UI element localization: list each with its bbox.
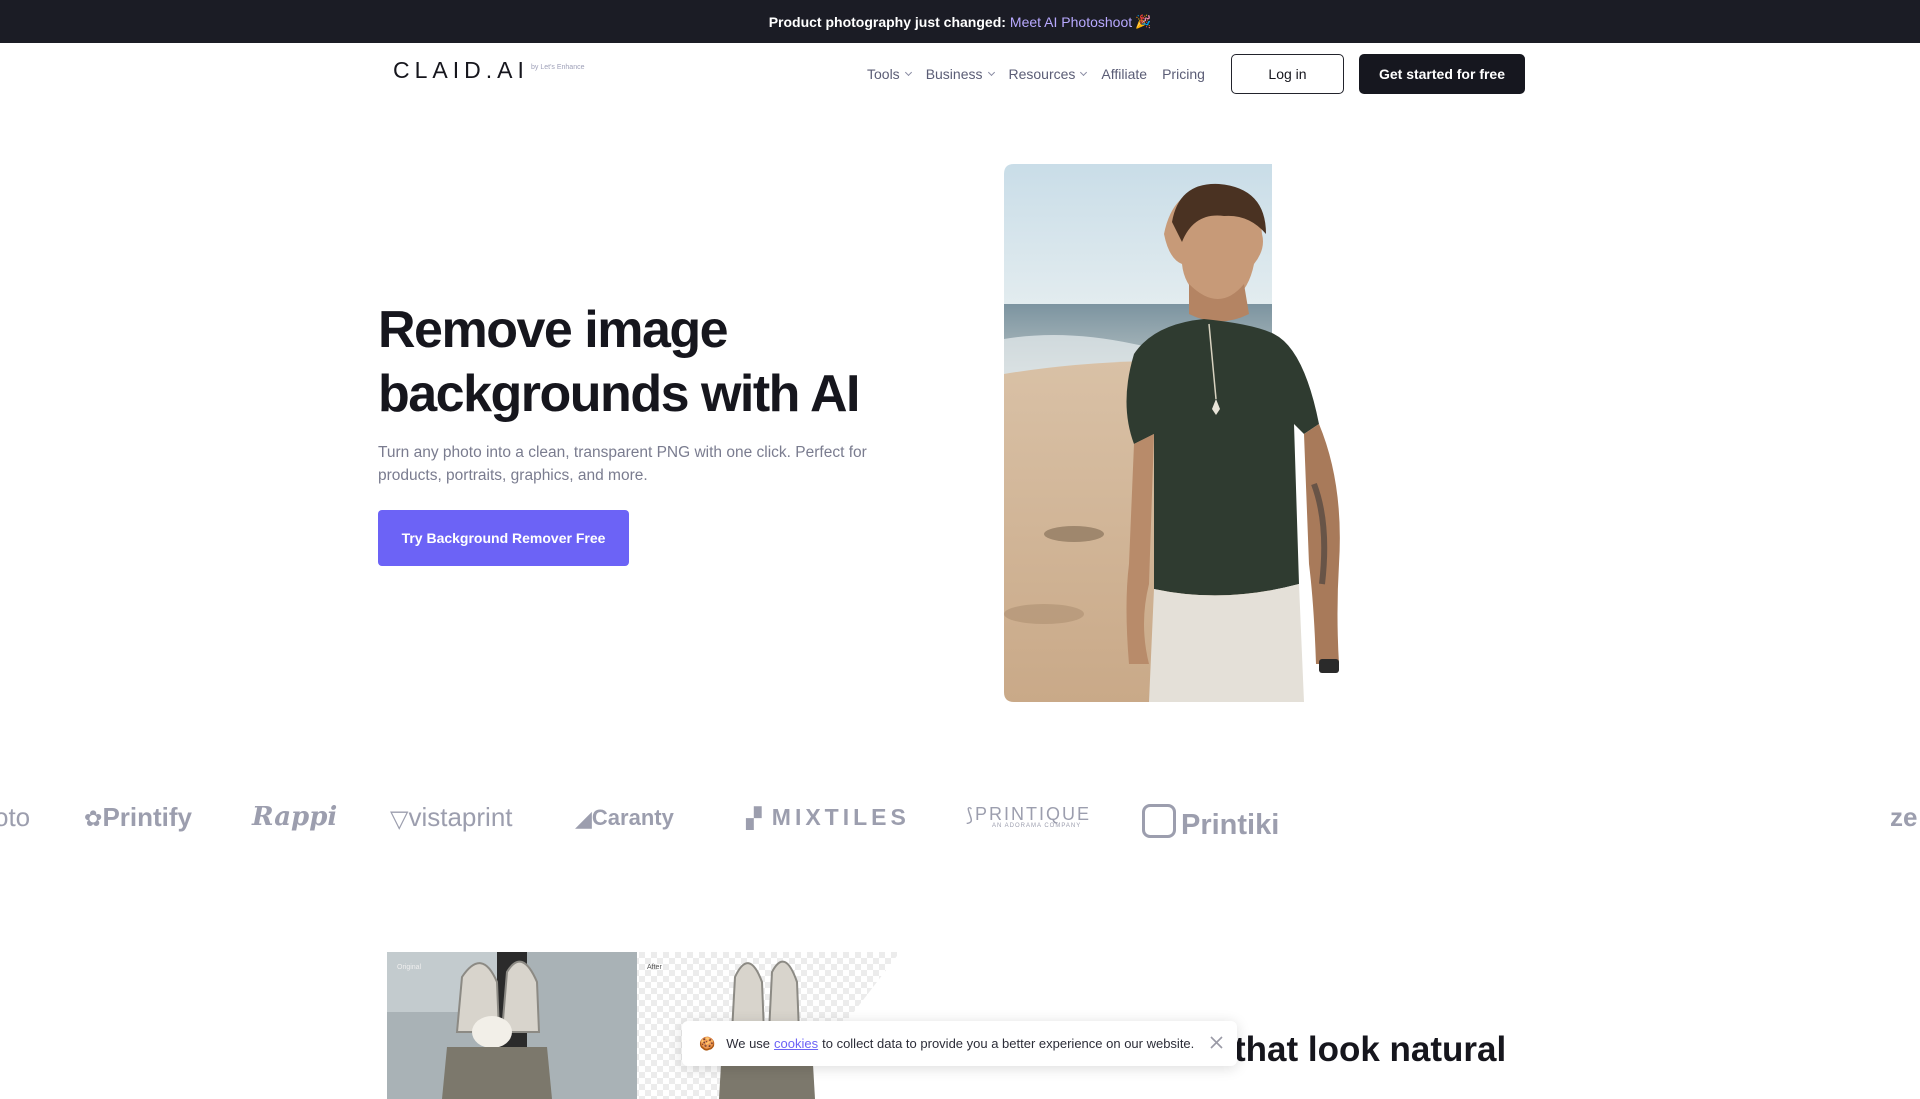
nav-item-pricing[interactable]: Pricing [1162,66,1205,82]
nav-item-tools[interactable]: Tools [867,66,912,82]
brand-logo-printique: ⟆PRINTIQUE AN ADORAMA COMPANY [966,804,1091,829]
cookie-text-before: We use [726,1036,771,1051]
hero-title: Remove image backgrounds with AI [378,298,938,426]
nav-item-resources[interactable]: Resources [1008,66,1088,82]
brand-logo-label: vistaprint [408,802,513,832]
nav-item-label: Affiliate [1101,66,1148,82]
announcement-text: Product photography just changed: [768,13,1006,30]
brand-logo: ze [1890,802,1918,832]
brand-logo-label: Caranty [591,805,674,830]
nav-item-label: Resources [1008,66,1076,82]
cookie-text-after: to collect data to provide you a better … [822,1036,1195,1051]
cookie-icon: 🍪 [699,1035,716,1051]
main-nav: Tools Business Resources Affiliate Prici… [867,43,1220,105]
brand-logo-printify: ✿Printify [84,802,192,833]
hero-title-line-1: Remove image [378,301,729,359]
brand-logo: oto [0,802,31,832]
before-label: Original [397,964,422,971]
hero-image [1004,164,1426,702]
brand-logo-caranty: ◢Caranty [575,805,674,832]
close-icon[interactable] [1208,1034,1225,1051]
hero-description: Turn any photo into a clean, transparent… [378,444,867,484]
chevron-down-icon [904,68,912,77]
brand-logo-printiki: Printiki [1142,804,1279,842]
brand-logo-label: MIXTILES [771,804,910,830]
cookie-banner: 🍪 We use cookies to collect data to prov… [682,1021,1237,1066]
brand-logo-label: PRINTIQUE [975,804,1092,824]
car-icon: ◢ [575,806,592,832]
announcement-link[interactable]: Meet AI Photoshoot [1010,14,1132,30]
nav-item-label: Tools [867,66,900,82]
brand-logo-rappi: Rappi [252,802,338,832]
hero-title-line-2: backgrounds with AI [378,365,860,423]
chevron-down-icon [1080,68,1088,77]
section-title: that look natural [1234,1030,1507,1069]
printique-mark-icon: ⟆ [966,804,976,825]
brand-logos-strip: oto ✿Printify Rappi ▽vistaprint ◢Caranty… [0,790,1920,854]
brand-logo-vistaprint: ▽vistaprint [390,802,513,834]
brand-logo-label: Printiki [1181,809,1280,841]
nav-item-label: Business [925,66,983,82]
announcement-bar: Product photography just changed: Meet A… [0,0,1920,43]
try-background-remover-button[interactable]: Try Background Remover Free [378,510,629,566]
camera-icon [1142,804,1176,838]
cookies-link[interactable]: cookies [774,1036,818,1051]
party-icon: 🎉 [1135,13,1152,29]
nav-item-label: Pricing [1162,66,1205,82]
nav-item-business[interactable]: Business [925,66,995,82]
tiles-icon: ▞ [746,808,762,831]
get-started-button[interactable]: Get started for free [1359,54,1525,94]
brand-logo-label: Printify [102,802,193,832]
nav-item-affiliate[interactable]: Affiliate [1101,66,1147,82]
vistaprint-mark-icon: ▽ [390,805,409,833]
chevron-down-icon [987,68,995,77]
logo-tagline: by Let's Enhance [531,64,585,71]
login-button[interactable]: Log in [1231,54,1344,94]
pineapple-icon: ✿ [84,806,103,832]
site-header: CLAID.AI by Let's Enhance Tools Business… [0,43,1920,105]
after-label: After [647,964,662,971]
logo[interactable]: CLAID.AI [393,57,529,84]
man-on-beach-photo [1004,164,1340,702]
brand-tagline: AN ADORAMA COMPANY [992,822,1082,829]
brand-logo-mixtiles: ▞ MIXTILES [746,804,910,831]
